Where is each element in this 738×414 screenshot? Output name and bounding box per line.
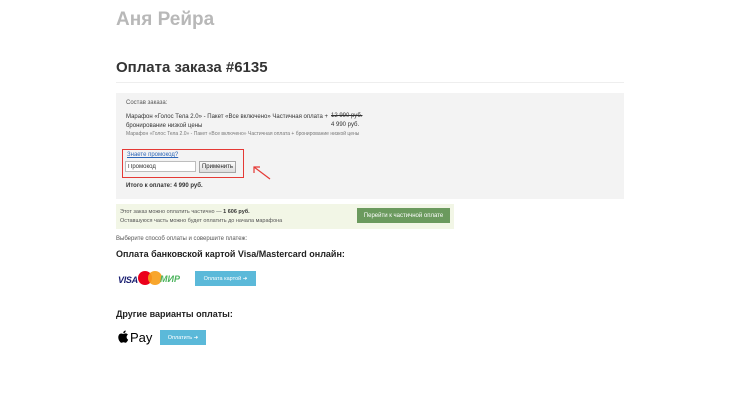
apple-pay-button[interactable]: Оплатить ➜ — [160, 330, 206, 345]
choose-method-text: Выберите способ оплаты и совершите плате… — [116, 236, 248, 242]
promo-code-input[interactable] — [125, 161, 196, 172]
page-title: Оплата заказа #6135 — [116, 59, 268, 76]
partial-payment-amount: 1 606 руб. — [223, 209, 250, 215]
partial-payment-note: Оставшуюся часть можно будет оплатить до… — [120, 218, 283, 224]
partial-payment-button[interactable]: Перейти к частичной оплате — [357, 208, 450, 223]
visa-logo: VISA — [118, 275, 138, 285]
order-total: Итого к оплате: 4 990 руб. — [126, 183, 203, 189]
price-new: 4 990 руб. — [331, 122, 360, 128]
apple-pay-label: Pay — [130, 330, 153, 345]
promo-code-link[interactable]: Знаете промокод? — [127, 152, 178, 158]
apple-icon — [118, 330, 129, 343]
promo-code-highlight: Знаете промокод? Применить — [122, 149, 244, 178]
order-summary-box: Состав заказа: Марафон «Голос Тела 2.0» … — [116, 93, 624, 199]
partial-payment-prefix: Этот заказ можно оплатить частично — — [120, 209, 224, 215]
card-payment-title: Оплата банковской картой Visa/Mastercard… — [116, 249, 345, 259]
apply-promo-button[interactable]: Применить — [199, 161, 236, 173]
author-name: Аня Рейра — [116, 9, 215, 30]
title-divider — [116, 82, 624, 83]
order-item-description: Марафон «Голос Тела 2.0» - Пакет «Все вк… — [126, 131, 360, 137]
order-item-name: Марафон «Голос Тела 2.0» - Пакет «Все вк… — [126, 114, 328, 129]
other-methods-title: Другие варианты оплаты: — [116, 309, 233, 319]
pay-by-card-button[interactable]: Оплата картой ➜ — [195, 271, 256, 286]
partial-payment-box: Этот заказ можно оплатить частично — 1 6… — [116, 204, 454, 229]
partial-payment-info: Этот заказ можно оплатить частично — 1 6… — [120, 209, 250, 215]
annotation-arrow-icon — [253, 166, 271, 180]
order-label: Состав заказа: — [126, 100, 168, 106]
price-old: 12 990 руб. — [331, 113, 363, 119]
mir-logo: МИР — [160, 274, 180, 284]
